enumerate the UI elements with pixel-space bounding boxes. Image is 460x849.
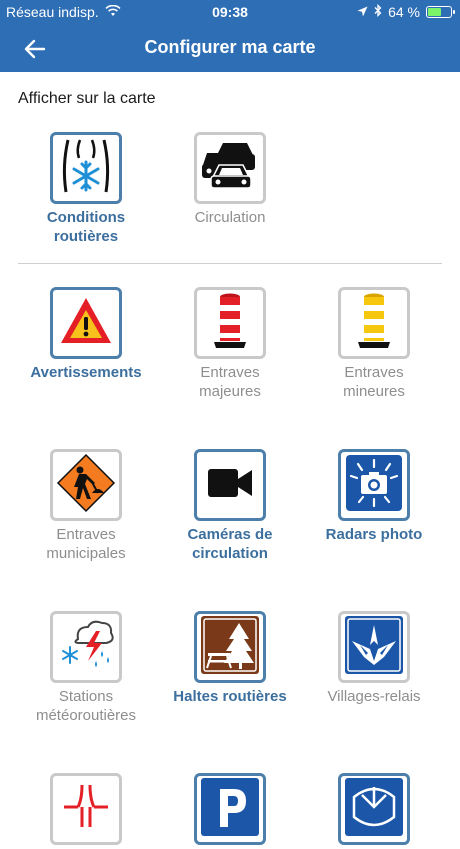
- village-relais-icon: [344, 615, 404, 680]
- red-barrel-icon: [210, 292, 250, 355]
- section-divider: [18, 263, 442, 264]
- tile-label: Caméras de circulation: [187, 526, 273, 562]
- highway-shield-icon: [344, 777, 404, 842]
- app-header: Réseau indisp. 09:38 64 % Configurer ma …: [0, 0, 460, 72]
- page-title: Configurer ma carte: [144, 37, 316, 57]
- tile-cameras-circulation[interactable]: Caméras de circulation: [170, 449, 290, 563]
- tile-villages-relais[interactable]: Villages-relais: [314, 611, 434, 706]
- tile-stations-meteoroutieres[interactable]: Stations météoroutières: [26, 611, 146, 725]
- tile-label: Entraves municipales: [46, 526, 126, 562]
- tile-circulation[interactable]: Circulation: [170, 132, 290, 227]
- tile-partial-2[interactable]: [170, 773, 290, 849]
- status-bar: Réseau indisp. 09:38 64 %: [0, 0, 460, 24]
- tile-entraves-mineures[interactable]: Entraves mineures: [314, 287, 434, 401]
- tile-label: Entraves mineures: [343, 364, 405, 400]
- photo-radar-icon: [345, 454, 403, 517]
- tile-label: Stations météoroutières: [35, 688, 137, 724]
- yellow-barrel-icon: [354, 292, 394, 355]
- traffic-cars-icon: [201, 139, 259, 198]
- bluetooth-icon: [374, 3, 382, 20]
- section-title: Afficher sur la carte: [18, 90, 156, 107]
- location-arrow-icon: [357, 4, 368, 20]
- tile-label: Haltes routières: [173, 688, 287, 705]
- nav-bar: Configurer ma carte: [0, 26, 460, 72]
- tile-entraves-majeures[interactable]: Entraves majeures: [170, 287, 290, 401]
- tile-radars-photo[interactable]: Radars photo: [314, 449, 434, 544]
- tile-label: Radars photo: [325, 526, 423, 543]
- battery-percent: 64 %: [388, 4, 420, 20]
- tile-haltes-routieres[interactable]: Haltes routières: [170, 611, 290, 706]
- video-camera-icon: [204, 463, 256, 508]
- roadwork-sign-icon: [56, 453, 116, 518]
- parking-icon: [200, 777, 260, 842]
- tile-label: Villages-relais: [327, 688, 421, 705]
- rest-area-icon: [200, 615, 260, 680]
- tile-label: Conditions routières: [46, 209, 126, 245]
- tile-entraves-municipales[interactable]: Entraves municipales: [26, 449, 146, 563]
- battery-icon: [426, 6, 455, 18]
- warning-triangle-icon: [58, 295, 114, 352]
- road-snowflake-icon: [56, 136, 116, 201]
- weather-station-icon: [56, 617, 116, 678]
- tile-label: Avertissements: [30, 364, 142, 381]
- tile-partial-1[interactable]: [26, 773, 146, 849]
- interchange-icon: [56, 777, 116, 842]
- tile-conditions-routieres[interactable]: Conditions routières: [26, 132, 146, 246]
- tile-label: Entraves majeures: [199, 364, 261, 400]
- tile-label: Circulation: [194, 209, 266, 226]
- tile-avertissements[interactable]: Avertissements: [26, 287, 146, 382]
- tile-partial-3[interactable]: [314, 773, 434, 849]
